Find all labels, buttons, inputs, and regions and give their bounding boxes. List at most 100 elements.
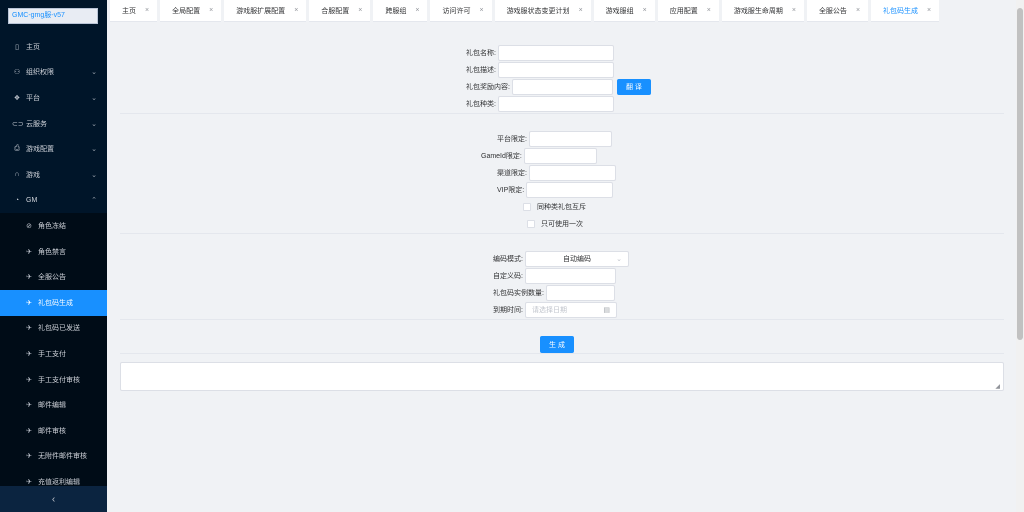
- gift-desc-input[interactable]: [497, 62, 614, 78]
- sidebar-item-label: 游戏: [26, 171, 40, 179]
- instance-count-input[interactable]: [545, 285, 615, 301]
- tab[interactable]: 游戏服生命周期 ×: [721, 0, 804, 22]
- gameid-input[interactable]: [523, 148, 597, 164]
- close-icon[interactable]: ×: [792, 7, 796, 14]
- channel-input[interactable]: [528, 165, 616, 181]
- close-icon[interactable]: ×: [707, 7, 711, 14]
- sidebar-item[interactable]: ⎙ 游戏配置 ⌄: [0, 136, 107, 162]
- tab-label: 游戏服状态变更计划: [506, 7, 570, 15]
- tab[interactable]: 全局配置 ×: [160, 0, 222, 22]
- expire-date-picker[interactable]: 请选择日期 ▤: [524, 302, 617, 318]
- platform-input[interactable]: [528, 131, 612, 147]
- submenu-item[interactable]: ✈ 邮件编辑: [0, 392, 107, 418]
- submenu-item[interactable]: ✈ 手工支付审核: [0, 367, 107, 393]
- mutex-checkbox[interactable]: 同种类礼包互斥: [523, 199, 586, 215]
- submenu-item-label: 邮件编辑: [38, 402, 66, 410]
- ban-icon: ⊘: [26, 222, 32, 230]
- close-icon[interactable]: ×: [358, 7, 362, 14]
- code-mode-select[interactable]: 自动编码 ⌄: [524, 251, 629, 267]
- submenu-item[interactable]: ✈ 手工支付: [0, 341, 107, 367]
- custom-code-input[interactable]: [524, 268, 616, 284]
- resize-handle-icon[interactable]: ◢: [995, 383, 1000, 390]
- tab[interactable]: 礼包码生成 ×: [871, 0, 940, 22]
- gift-name-input[interactable]: [497, 45, 614, 61]
- close-icon[interactable]: ×: [579, 7, 583, 14]
- twitter-icon: ✈: [26, 299, 32, 307]
- mutex-checkbox-box[interactable]: [523, 203, 531, 211]
- sidebar-item-label: 主页: [26, 43, 40, 51]
- twitter-icon: ✈: [26, 376, 32, 384]
- submenu-item[interactable]: ✈ 礼包码已发送: [0, 316, 107, 342]
- tab-label: 游戏服组: [605, 7, 634, 15]
- tab[interactable]: 游戏服状态变更计划 ×: [494, 0, 591, 22]
- gameid-label: GameId限定:: [481, 153, 522, 160]
- close-icon[interactable]: ×: [294, 7, 298, 14]
- tab[interactable]: 游戏服扩展配置 ×: [224, 0, 307, 22]
- once-checkbox[interactable]: 只可使用一次: [527, 216, 583, 232]
- collapse-sidebar-button[interactable]: ‹: [0, 486, 107, 512]
- submenu-item[interactable]: ✈ 礼包码生成: [0, 289, 107, 316]
- result-textarea[interactable]: [120, 362, 1004, 391]
- submenu-item[interactable]: ⊘ 角色冻结: [0, 213, 107, 239]
- submenu-item[interactable]: ✈ 全服公告: [0, 264, 107, 290]
- tab[interactable]: 应用配置 ×: [657, 0, 719, 22]
- gift-type-input[interactable]: [497, 96, 614, 112]
- close-icon[interactable]: ×: [145, 7, 149, 14]
- tab[interactable]: 访问许可 ×: [430, 0, 492, 22]
- chevron-down-icon: ⌄: [616, 256, 622, 263]
- sidebar-item[interactable]: ⊂⊃ 云服务 ⌄: [0, 111, 107, 137]
- sidebar-item[interactable]: ⚇ 组织权限 ⌄: [0, 60, 107, 86]
- tab[interactable]: 主页 ×: [110, 0, 158, 22]
- sidebar-item[interactable]: ◔ GM ⌃: [0, 188, 107, 214]
- tab[interactable]: 跨服组 ×: [373, 0, 428, 22]
- submenu-item[interactable]: ✈ 角色禁言: [0, 239, 107, 265]
- gift-type-row: 礼包种类:: [466, 96, 614, 112]
- section-divider: [120, 113, 1004, 114]
- platform-row: 平台限定:: [497, 131, 612, 147]
- sidebar-item[interactable]: ❖ 平台 ⌄: [0, 85, 107, 111]
- scrollbar-thumb[interactable]: [1017, 8, 1023, 340]
- channel-label: 渠道限定:: [497, 170, 527, 177]
- expire-row: 到期时间: 请选择日期 ▤: [493, 302, 617, 318]
- detail-button[interactable]: 翻 译: [616, 79, 651, 95]
- close-icon[interactable]: ×: [209, 7, 213, 14]
- once-checkbox-box[interactable]: [527, 220, 535, 228]
- link-icon: ⊂⊃: [12, 120, 24, 128]
- sidebar-menu: ▯ 主页 ⚇ 组织权限 ⌄ ❖ 平台 ⌄ ⊂⊃ 云服务 ⌄ ⎙ 游戏配置 ⌄ ∩ 游戏 ⌄ ◔ GM ⌃ ⊘ 角色冻结 ✈ 角…: [0, 34, 107, 495]
- app-logo[interactable]: GMC-gmg服-v57: [8, 8, 98, 24]
- chevron-left-icon: ‹: [51, 493, 56, 505]
- sidebar-item-label: 组织权限: [26, 69, 54, 77]
- chevron-icon: ⌄: [91, 146, 97, 154]
- gameid-row: GameId限定:: [481, 148, 597, 164]
- platform-label: 平台限定:: [497, 136, 527, 143]
- submenu-item[interactable]: ✈ 无附件邮件审核: [0, 444, 107, 470]
- sidebar-item-label: 云服务: [26, 120, 47, 128]
- custom-code-label: 自定义码:: [493, 273, 523, 280]
- close-icon[interactable]: ×: [856, 7, 860, 14]
- gift-type-label: 礼包种类:: [466, 101, 496, 108]
- section-divider: [120, 353, 1004, 354]
- tab[interactable]: 游戏服组 ×: [593, 0, 655, 22]
- gift-desc-row: 礼包描述:: [466, 62, 614, 78]
- close-icon[interactable]: ×: [643, 7, 647, 14]
- submenu-item[interactable]: ✈ 邮件审核: [0, 418, 107, 444]
- sidebar-item[interactable]: ∩ 游戏 ⌄: [0, 162, 107, 188]
- tab[interactable]: 合服配置 ×: [309, 0, 371, 22]
- tab-bar: 主页 × 全局配置 × 游戏服扩展配置 × 合服配置 × 跨服组 × 访问许可 × 游戏服状态变更计划 ×…: [110, 0, 1014, 22]
- home-icon: ▯: [15, 43, 19, 51]
- close-icon[interactable]: ×: [927, 7, 931, 14]
- submenu-item-label: 无附件邮件审核: [38, 453, 87, 461]
- close-icon[interactable]: ×: [415, 7, 419, 14]
- mutex-checkbox-label: 同种类礼包互斥: [537, 204, 586, 211]
- tab[interactable]: 全服公告 ×: [806, 0, 869, 22]
- generate-button[interactable]: 生 成: [540, 336, 574, 353]
- platform-icon: ❖: [13, 94, 21, 102]
- sidebar-item[interactable]: ▯ 主页: [0, 34, 107, 60]
- page-scrollbar[interactable]: [1016, 0, 1024, 512]
- close-icon[interactable]: ×: [479, 7, 483, 14]
- sidebar-item-label: GM: [26, 196, 38, 204]
- reward-row: 礼包奖励内容: 翻 译: [466, 79, 651, 95]
- instance-count-label: 礼包码实例数量:: [493, 290, 544, 297]
- reward-input[interactable]: [511, 79, 613, 95]
- vip-input[interactable]: [526, 182, 614, 198]
